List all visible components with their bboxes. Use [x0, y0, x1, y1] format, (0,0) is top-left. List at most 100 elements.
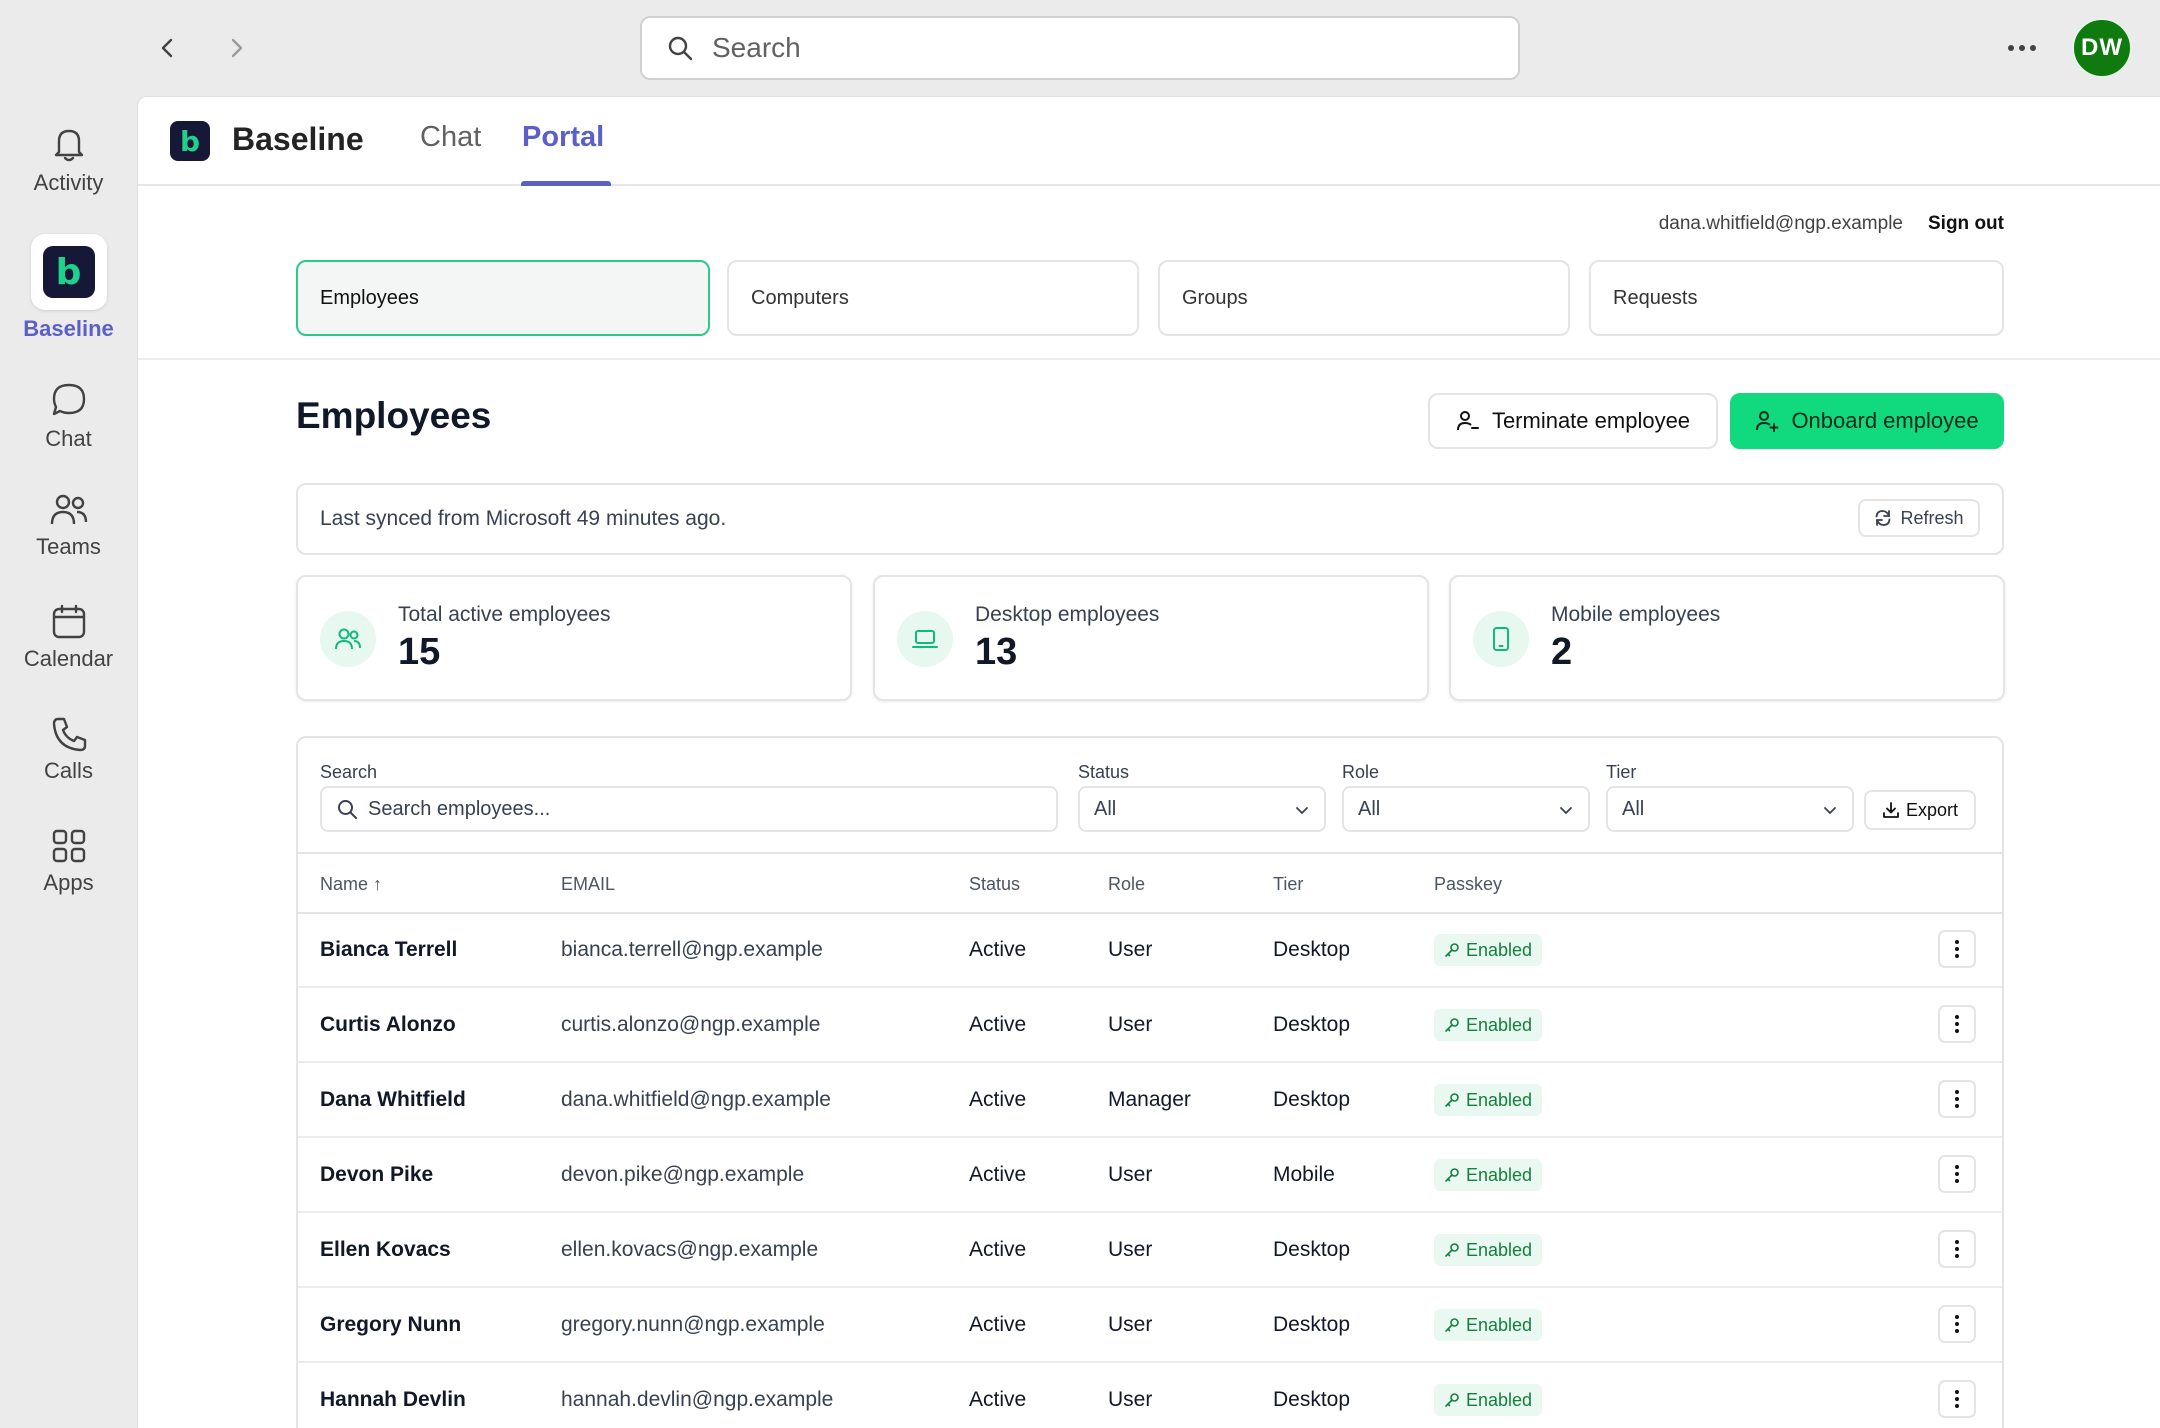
cell-role: User: [1108, 1163, 1153, 1186]
app-panel: b Baseline Chat Portal dana.whitfield@ng…: [137, 96, 2160, 1428]
chevron-down-icon: [1560, 807, 1572, 814]
column-header-name[interactable]: Name ↑: [320, 874, 382, 895]
subnav-employees[interactable]: Employees: [296, 260, 710, 336]
rail-label: Baseline: [23, 316, 114, 341]
rail-item-apps[interactable]: Apps: [0, 828, 137, 896]
column-header-email[interactable]: EMAIL: [561, 874, 615, 895]
stat-card-desktop: Desktop employees 13: [873, 575, 1429, 701]
tier-filter-select[interactable]: All: [1606, 786, 1854, 832]
cell-status: Active: [969, 1238, 1027, 1261]
employee-search-input[interactable]: Search employees...: [320, 786, 1058, 832]
more-options-button[interactable]: [2000, 28, 2044, 68]
back-button[interactable]: [148, 28, 188, 68]
page-title: Employees: [296, 395, 492, 436]
sign-out-link[interactable]: Sign out: [1928, 213, 2004, 235]
divider: [138, 358, 2160, 360]
cell-email: dana.whitfield@ngp.example: [561, 1088, 831, 1111]
cell-email: bianca.terrell@ngp.example: [561, 938, 823, 961]
bell-icon: [54, 129, 83, 162]
table-row[interactable]: Hannah Devlin hannah.devlin@ngp.example Ac…: [298, 1364, 2002, 1428]
rail-item-calls[interactable]: Calls: [0, 716, 137, 784]
stat-value: 13: [975, 631, 1018, 673]
row-actions-button[interactable]: [1938, 1155, 1976, 1193]
onboard-employee-button[interactable]: Onboard employee: [1730, 393, 2004, 449]
key-icon: [1445, 1318, 1459, 1332]
subnav-requests[interactable]: Requests: [1589, 260, 2004, 336]
key-icon: [1445, 1243, 1459, 1257]
cell-status: Active: [969, 938, 1027, 961]
row-actions-button[interactable]: [1938, 1380, 1976, 1418]
table-row[interactable]: Bianca Terrell bianca.terrell@ngp.example…: [298, 914, 2002, 988]
tab-portal[interactable]: Portal: [522, 121, 604, 154]
search-icon: [338, 800, 357, 819]
user-minus-icon: [1456, 411, 1479, 431]
rail-label: Teams: [36, 534, 101, 559]
row-actions-button[interactable]: [1938, 930, 1976, 968]
cell-status: Active: [969, 1313, 1027, 1336]
app-rail: Activity b Baseline Chat Teams Calendar …: [0, 96, 137, 1428]
passkey-badge: Enabled: [1434, 1159, 1543, 1191]
rail-item-calendar[interactable]: Calendar: [0, 604, 137, 672]
row-actions-button[interactable]: [1938, 1005, 1976, 1043]
app-logo: b: [170, 121, 210, 161]
search-placeholder: Search: [712, 32, 801, 63]
table-row[interactable]: Devon Pike devon.pike@ngp.example Active Us…: [298, 1139, 2002, 1213]
cell-email: devon.pike@ngp.example: [561, 1163, 805, 1186]
table-row[interactable]: Dana Whitfield dana.whitfield@ngp.example…: [298, 1064, 2002, 1138]
role-filter-select[interactable]: All: [1342, 786, 1590, 832]
subnav-computers[interactable]: Computers: [727, 260, 1139, 336]
cell-name: Dana Whitfield: [320, 1088, 466, 1111]
cell-name: Bianca Terrell: [320, 938, 458, 961]
table-row[interactable]: Curtis Alonzo curtis.alonzo@ngp.example Ac…: [298, 989, 2002, 1063]
rail-item-activity[interactable]: Activity: [0, 124, 137, 196]
baseline-app-icon: b: [30, 234, 107, 310]
table-row[interactable]: Gregory Nunn gregory.nunn@ngp.example Acti…: [298, 1289, 2002, 1363]
passkey-badge: Enabled: [1434, 1084, 1543, 1116]
subnav-groups[interactable]: Groups: [1158, 260, 1570, 336]
laptop-icon: [897, 611, 953, 667]
rail-item-baseline[interactable]: b Baseline: [0, 234, 137, 342]
column-header-tier[interactable]: Tier: [1273, 874, 1303, 895]
avatar[interactable]: DW: [2072, 18, 2132, 78]
rail-label: Calls: [44, 758, 93, 783]
row-actions-button[interactable]: [1938, 1305, 1976, 1343]
calendar-icon: [52, 604, 85, 639]
cell-name: Ellen Kovacs: [320, 1238, 451, 1261]
key-icon: [1445, 1018, 1459, 1032]
status-filter-label: Status: [1078, 762, 1130, 782]
row-actions-button[interactable]: [1938, 1230, 1976, 1268]
key-icon: [1445, 1393, 1459, 1407]
column-header-passkey[interactable]: Passkey: [1434, 874, 1502, 895]
column-header-status[interactable]: Status: [969, 874, 1020, 895]
cell-tier: Desktop: [1273, 938, 1351, 961]
passkey-badge: Enabled: [1434, 1009, 1543, 1041]
app-title: Baseline: [232, 121, 364, 157]
cell-role: User: [1108, 938, 1153, 961]
terminate-employee-button[interactable]: Terminate employee: [1428, 393, 1718, 449]
rail-item-teams[interactable]: Teams: [0, 492, 137, 560]
table-row[interactable]: Ellen Kovacs ellen.kovacs@ngp.example Acti…: [298, 1214, 2002, 1288]
column-header-role[interactable]: Role: [1108, 874, 1145, 895]
tab-chat[interactable]: Chat: [420, 121, 481, 154]
apps-grid-icon: [52, 829, 85, 863]
teams-icon: [50, 494, 87, 525]
status-filter-select[interactable]: All: [1078, 786, 1326, 832]
table-header: Name ↑ EMAIL Status Role Tier Passkey: [298, 852, 2002, 914]
refresh-button[interactable]: Refresh: [1858, 499, 1980, 537]
cell-tier: Mobile: [1273, 1163, 1335, 1186]
cell-tier: Desktop: [1273, 1313, 1351, 1336]
cell-name: Curtis Alonzo: [320, 1013, 456, 1036]
forward-button[interactable]: [216, 28, 256, 68]
row-actions-button[interactable]: [1938, 1080, 1976, 1118]
stat-card-mobile: Mobile employees 2: [1449, 575, 2005, 701]
rail-item-chat[interactable]: Chat: [0, 380, 137, 452]
global-search-input[interactable]: Search: [640, 16, 1520, 80]
passkey-badge: Enabled: [1434, 1234, 1543, 1266]
cell-email: ellen.kovacs@ngp.example: [561, 1238, 819, 1261]
export-button[interactable]: Export: [1864, 790, 1976, 830]
cell-email: gregory.nunn@ngp.example: [561, 1313, 825, 1336]
chevron-down-icon: [1296, 807, 1308, 814]
rail-label: Chat: [45, 426, 92, 451]
users-icon: [320, 611, 376, 667]
stat-label: Mobile employees: [1551, 603, 1721, 626]
